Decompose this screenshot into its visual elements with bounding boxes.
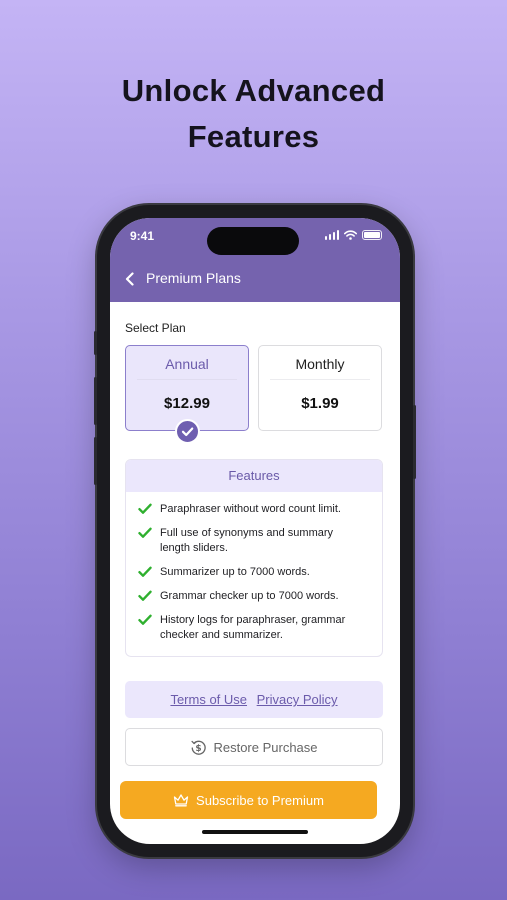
green-check-icon <box>138 527 152 538</box>
feature-item: Paraphraser without word count limit. <box>138 502 372 517</box>
feature-text-line: length sliders. <box>160 542 228 554</box>
feature-text: History logs for paraphraser, grammar ch… <box>160 613 345 643</box>
features-list: Paraphraser without word count limit. Fu… <box>126 492 382 643</box>
crown-icon <box>173 794 189 807</box>
feature-item: Grammar checker up to 7000 words. <box>138 589 372 604</box>
feature-text-line: checker and summarizer. <box>160 629 283 641</box>
privacy-policy-link[interactable]: Privacy Policy <box>257 692 338 707</box>
feature-text-line: Paraphraser without word count limit. <box>160 503 341 515</box>
select-plan-label: Select Plan <box>125 321 186 335</box>
feature-text-line: Grammar checker up to 7000 words. <box>160 590 339 602</box>
checkmark-icon <box>181 427 194 437</box>
app-bar-title: Premium Plans <box>146 270 241 286</box>
feature-item: Summarizer up to 7000 words. <box>138 565 372 580</box>
plan-card-annual[interactable]: Annual $12.99 <box>125 345 249 444</box>
headline-line-2: Features <box>187 119 320 154</box>
phone-power-button <box>413 405 416 479</box>
app-bar: 9:41 Premium Plans <box>110 218 400 302</box>
feature-text-line: Full use of synonyms and summary <box>160 527 334 539</box>
legal-links-bar: Terms of Use Privacy Policy <box>125 681 383 718</box>
battery-icon <box>362 230 382 240</box>
green-check-icon <box>138 614 152 625</box>
phone-volume-up <box>94 377 97 425</box>
feature-text: Grammar checker up to 7000 words. <box>160 589 339 604</box>
feature-text: Full use of synonyms and summary length … <box>160 526 333 556</box>
feature-item: History logs for paraphraser, grammar ch… <box>138 613 372 643</box>
status-icons <box>324 230 382 240</box>
phone-frame: 9:41 Premium Plans Select Plan Annual $1… <box>94 205 416 857</box>
subscribe-button[interactable]: Subscribe to Premium <box>120 781 377 819</box>
green-check-icon <box>138 566 152 577</box>
back-chevron-icon[interactable] <box>122 271 138 287</box>
terms-of-use-link[interactable]: Terms of Use <box>170 692 247 707</box>
cellular-signal-icon <box>324 230 339 240</box>
restore-dollar-icon: $ <box>191 740 207 755</box>
plan-card-monthly[interactable]: Monthly $1.99 <box>258 345 382 431</box>
dynamic-island <box>207 227 299 255</box>
feature-text: Paraphraser without word count limit. <box>160 502 341 517</box>
feature-text-line: Summarizer up to 7000 words. <box>160 566 310 578</box>
plan-divider <box>270 379 370 380</box>
plan-price-annual: $12.99 <box>164 395 210 412</box>
phone-screen: 9:41 Premium Plans Select Plan Annual $1… <box>110 218 400 844</box>
headline-line-1: Unlock Advanced <box>121 73 386 108</box>
feature-text-line: History logs for paraphraser, grammar <box>160 614 346 626</box>
feature-text: Summarizer up to 7000 words. <box>160 565 310 580</box>
subscribe-label: Subscribe to Premium <box>196 792 324 808</box>
feature-item: Full use of synonyms and summary length … <box>138 526 372 556</box>
selected-check-badge <box>175 419 200 444</box>
features-card: Features Paraphraser without word count … <box>125 459 383 657</box>
plan-name-annual: Annual <box>165 356 209 372</box>
home-indicator <box>202 830 308 834</box>
features-title: Features <box>126 460 382 492</box>
plan-name-monthly: Monthly <box>295 356 345 372</box>
phone-volume-down <box>94 437 97 485</box>
wifi-icon <box>344 230 357 240</box>
svg-text:$: $ <box>196 744 202 754</box>
green-check-icon <box>138 590 152 601</box>
status-time: 9:41 <box>130 229 155 243</box>
headline: Unlock Advanced Features <box>0 68 507 160</box>
restore-purchase-label: Restore Purchase <box>213 739 318 755</box>
plan-price-monthly: $1.99 <box>301 395 339 412</box>
green-check-icon <box>138 503 152 514</box>
plan-divider <box>137 379 237 380</box>
phone-mute-switch <box>94 331 97 355</box>
restore-purchase-button[interactable]: $ Restore Purchase <box>125 728 383 766</box>
